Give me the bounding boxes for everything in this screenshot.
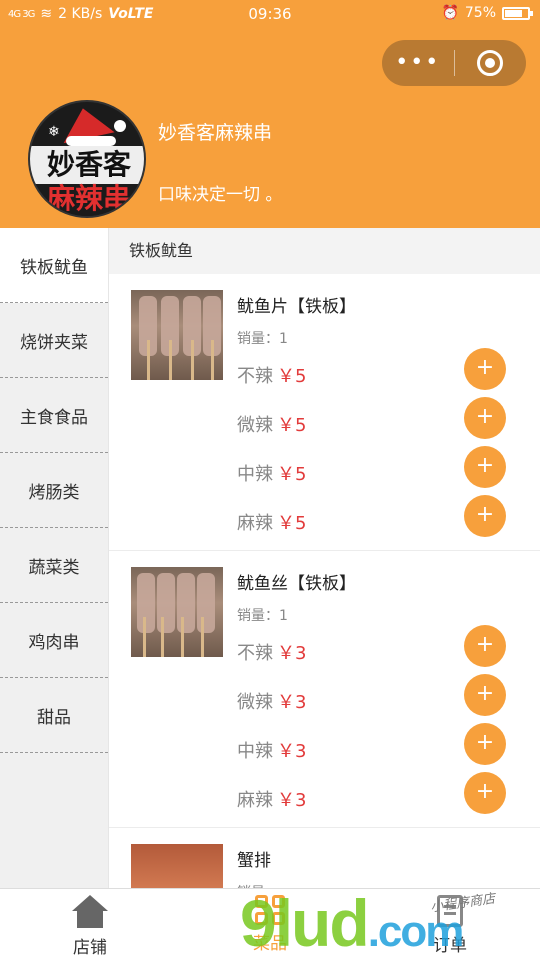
shop-header: ••• ❄ 妙香客 麻辣串 妙香客麻辣串 口味决定一切 。 xyxy=(0,30,540,228)
option-price: ￥5 xyxy=(277,415,307,436)
product-image[interactable] xyxy=(131,567,223,657)
option-price: ￥5 xyxy=(277,366,307,387)
add-to-cart-button[interactable]: + xyxy=(464,348,506,390)
mini-program-capsule: ••• xyxy=(382,40,526,86)
category-item[interactable]: 烤肠类 xyxy=(0,453,108,528)
tab-dishes[interactable]: 菜品 xyxy=(180,889,360,960)
product-name: 蟹排 xyxy=(237,851,271,871)
shop-name: 妙香客麻辣串 xyxy=(158,122,273,144)
spice-option: 不辣 ￥5 xyxy=(237,362,306,388)
option-label: 不辣 xyxy=(237,643,273,664)
option-price: ￥3 xyxy=(277,643,307,664)
tab-label: 菜品 xyxy=(253,934,287,954)
tab-label: 店铺 xyxy=(73,938,107,958)
tab-shop[interactable]: 店铺 xyxy=(0,889,180,960)
add-to-cart-button[interactable]: + xyxy=(464,397,506,439)
option-price: ￥3 xyxy=(277,741,307,762)
product-image[interactable] xyxy=(131,844,223,888)
option-price: ￥5 xyxy=(277,464,307,485)
product-sales: 销量：1 xyxy=(237,331,288,347)
add-to-cart-button[interactable]: + xyxy=(464,625,506,667)
home-icon xyxy=(72,895,108,929)
product-image[interactable] xyxy=(131,290,223,380)
product-card: 蟹排 销量 xyxy=(109,828,540,888)
spice-option: 微辣 ￥5 xyxy=(237,411,306,437)
option-label: 麻辣 xyxy=(237,513,273,534)
category-sidebar: 铁板鱿鱼 烧饼夹菜 主食食品 烤肠类 蔬菜类 鸡肉串 甜品 xyxy=(0,228,108,888)
spice-option: 中辣 ￥5 xyxy=(237,460,306,486)
category-item[interactable]: 主食食品 xyxy=(0,378,108,453)
more-menu-button[interactable]: ••• xyxy=(382,40,454,86)
add-to-cart-button[interactable]: + xyxy=(464,446,506,488)
product-card: 鱿鱼丝【铁板】 销量：1 不辣 ￥3 + 微辣 ￥3 + 中辣 ￥3 + 麻辣 ￥3 + xyxy=(109,551,540,828)
alarm-icon: ⏰ xyxy=(441,5,459,21)
option-label: 中辣 xyxy=(237,464,273,485)
shop-slogan: 口味决定一切 。 xyxy=(158,185,283,205)
product-card: 鱿鱼片【铁板】 销量：1 不辣 ￥5 + 微辣 ￥5 + 中辣 ￥5 + 麻辣 ￥5 + xyxy=(109,274,540,551)
spice-option: 中辣 ￥3 xyxy=(237,737,306,763)
option-price: ￥3 xyxy=(277,790,307,811)
spice-option: 麻辣 ￥3 xyxy=(237,786,306,812)
product-name: 鱿鱼片【铁板】 xyxy=(237,297,356,317)
option-price: ￥3 xyxy=(277,692,307,713)
option-label: 中辣 xyxy=(237,741,273,762)
target-icon xyxy=(477,50,504,76)
option-price: ￥5 xyxy=(277,513,307,534)
add-to-cart-button[interactable]: + xyxy=(464,772,506,814)
option-label: 不辣 xyxy=(237,366,273,387)
logo-text-top: 妙香客 xyxy=(30,146,144,184)
option-label: 微辣 xyxy=(237,415,273,436)
shop-logo: ❄ 妙香客 麻辣串 xyxy=(28,100,146,218)
category-item[interactable]: 甜品 xyxy=(0,678,108,753)
product-list[interactable]: 铁板鱿鱼 鱿鱼片【铁板】 销量：1 不辣 ￥5 + 微辣 ￥5 + 中辣 ￥5 + 麻… xyxy=(108,228,540,888)
add-to-cart-button[interactable]: + xyxy=(464,495,506,537)
close-mini-program-button[interactable] xyxy=(455,50,527,76)
battery-percent: 75% xyxy=(464,5,496,21)
battery-icon xyxy=(502,6,533,20)
spice-option: 微辣 ￥3 xyxy=(237,688,306,714)
product-name: 鱿鱼丝【铁板】 xyxy=(237,574,356,594)
category-item[interactable]: 鸡肉串 xyxy=(0,603,108,678)
spice-option: 麻辣 ￥5 xyxy=(237,509,306,535)
add-to-cart-button[interactable]: + xyxy=(464,674,506,716)
add-to-cart-button[interactable]: + xyxy=(464,723,506,765)
category-item[interactable]: 烧饼夹菜 xyxy=(0,303,108,378)
category-item[interactable]: 蔬菜类 xyxy=(0,528,108,603)
logo-text-bottom: 麻辣串 xyxy=(30,184,144,216)
section-title: 铁板鱿鱼 xyxy=(109,228,540,274)
spice-option: 不辣 ￥3 xyxy=(237,639,306,665)
option-label: 微辣 xyxy=(237,692,273,713)
snowflake-icon: ❄ xyxy=(48,124,60,140)
category-item[interactable]: 铁板鱿鱼 xyxy=(0,228,108,303)
tab-label: 订单 xyxy=(433,936,467,956)
status-bar: 4G 3G ≋ 2 KB/s VoLTE 09:36 ⏰ 75% xyxy=(0,0,540,30)
product-sales: 销量：1 xyxy=(237,608,288,624)
grid-icon xyxy=(255,895,285,925)
option-label: 麻辣 xyxy=(237,790,273,811)
